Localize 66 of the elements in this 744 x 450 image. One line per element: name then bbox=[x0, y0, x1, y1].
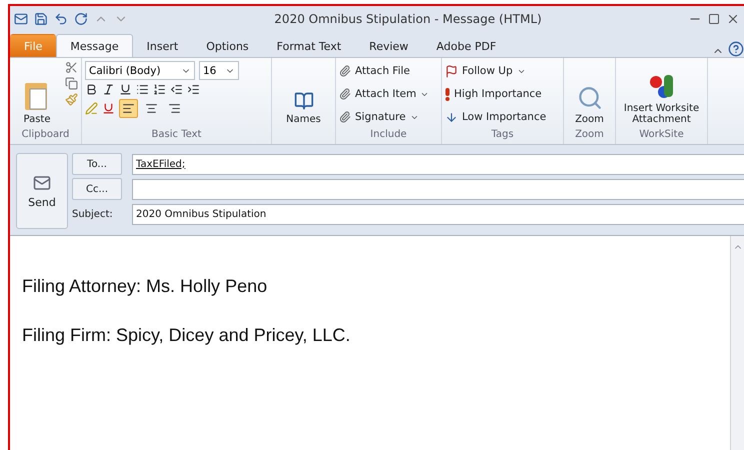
cut-icon bbox=[65, 61, 78, 74]
group-label: Zoom bbox=[574, 129, 605, 142]
font-size-field[interactable]: 16 bbox=[199, 61, 239, 80]
copy-icon bbox=[65, 77, 78, 90]
bullets-icon bbox=[136, 83, 149, 96]
align-icon bbox=[145, 102, 158, 115]
ribbon-tab[interactable]: Format Text bbox=[262, 34, 356, 57]
zoom-button[interactable]: Zoom bbox=[567, 61, 612, 129]
include-button[interactable]: Attach Item bbox=[339, 84, 430, 104]
to-button[interactable]: To... bbox=[72, 153, 122, 175]
align-icon bbox=[122, 102, 135, 115]
subject-label: Subject: bbox=[72, 208, 114, 220]
format-painter-icon bbox=[65, 93, 78, 106]
maximize-icon bbox=[708, 13, 720, 25]
flag-icon bbox=[445, 64, 458, 78]
redo-icon bbox=[74, 12, 88, 26]
down-arrow-icon bbox=[445, 110, 458, 124]
close-icon bbox=[726, 12, 740, 26]
paperclip-icon bbox=[339, 88, 351, 100]
align-button[interactable] bbox=[119, 99, 138, 118]
paste-button[interactable]: Paste bbox=[13, 61, 61, 129]
group-label: Clipboard bbox=[20, 129, 70, 142]
italic-icon bbox=[102, 83, 115, 96]
tag-button[interactable]: High Importance bbox=[445, 84, 546, 104]
to-field[interactable]: TaxEFiled; bbox=[132, 154, 744, 174]
worksite-icon bbox=[648, 72, 676, 100]
send-button[interactable]: Send bbox=[16, 153, 68, 229]
group-label: Tags bbox=[490, 129, 515, 142]
worksite-button[interactable]: Insert Worksite Attachment bbox=[619, 61, 704, 129]
cc-field[interactable] bbox=[132, 178, 744, 200]
ribbon-tab[interactable]: Insert bbox=[132, 34, 192, 57]
underline-icon bbox=[119, 83, 132, 96]
body-paragraph: Filing Attorney: Ms. Holly Peno bbox=[22, 276, 268, 297]
group-label: Include bbox=[369, 129, 408, 142]
align-icon bbox=[168, 102, 181, 115]
save-icon bbox=[34, 12, 48, 26]
outdent-icon bbox=[170, 83, 183, 96]
cc-button[interactable]: Cc... bbox=[72, 178, 122, 200]
highlight-icon bbox=[85, 102, 98, 115]
paperclip-icon bbox=[339, 65, 351, 77]
body-paragraph: Filing Firm: Spicy, Dicey and Pricey, LLC. bbox=[22, 325, 352, 346]
tag-button[interactable]: Low Importance bbox=[445, 107, 546, 127]
envelope-icon bbox=[33, 174, 51, 192]
help-icon bbox=[728, 41, 744, 57]
ribbon-tab[interactable]: Message bbox=[56, 34, 133, 57]
exclamation-icon bbox=[445, 88, 450, 100]
group-label: WorkSite bbox=[638, 129, 685, 142]
names-button[interactable]: Names bbox=[275, 61, 332, 129]
ribbon-tab[interactable]: Adobe PDF bbox=[422, 34, 510, 57]
magnifier-icon bbox=[576, 85, 602, 111]
ribbon-tab[interactable]: Review bbox=[355, 34, 422, 57]
ribbon-tab[interactable]: Options bbox=[192, 34, 263, 57]
window-title: 2020 Omnibus Stipulation - Message (HTML) bbox=[273, 12, 543, 26]
book-icon bbox=[294, 91, 314, 111]
tag-button[interactable]: Follow Up bbox=[445, 61, 546, 81]
include-button[interactable]: Signature bbox=[339, 107, 430, 127]
font-field[interactable]: Calibri (Body) bbox=[85, 61, 195, 80]
indent-icon bbox=[187, 83, 200, 96]
subject-field[interactable]: 2020 Omnibus Stipulation bbox=[132, 204, 744, 224]
numbering-icon bbox=[153, 83, 166, 96]
paperclip-icon bbox=[339, 111, 351, 123]
group-label: Basic Text bbox=[150, 129, 202, 142]
undo-icon bbox=[54, 12, 68, 26]
include-button[interactable]: Attach File bbox=[339, 61, 430, 81]
bold-icon bbox=[85, 83, 98, 96]
mail-icon bbox=[14, 12, 28, 26]
